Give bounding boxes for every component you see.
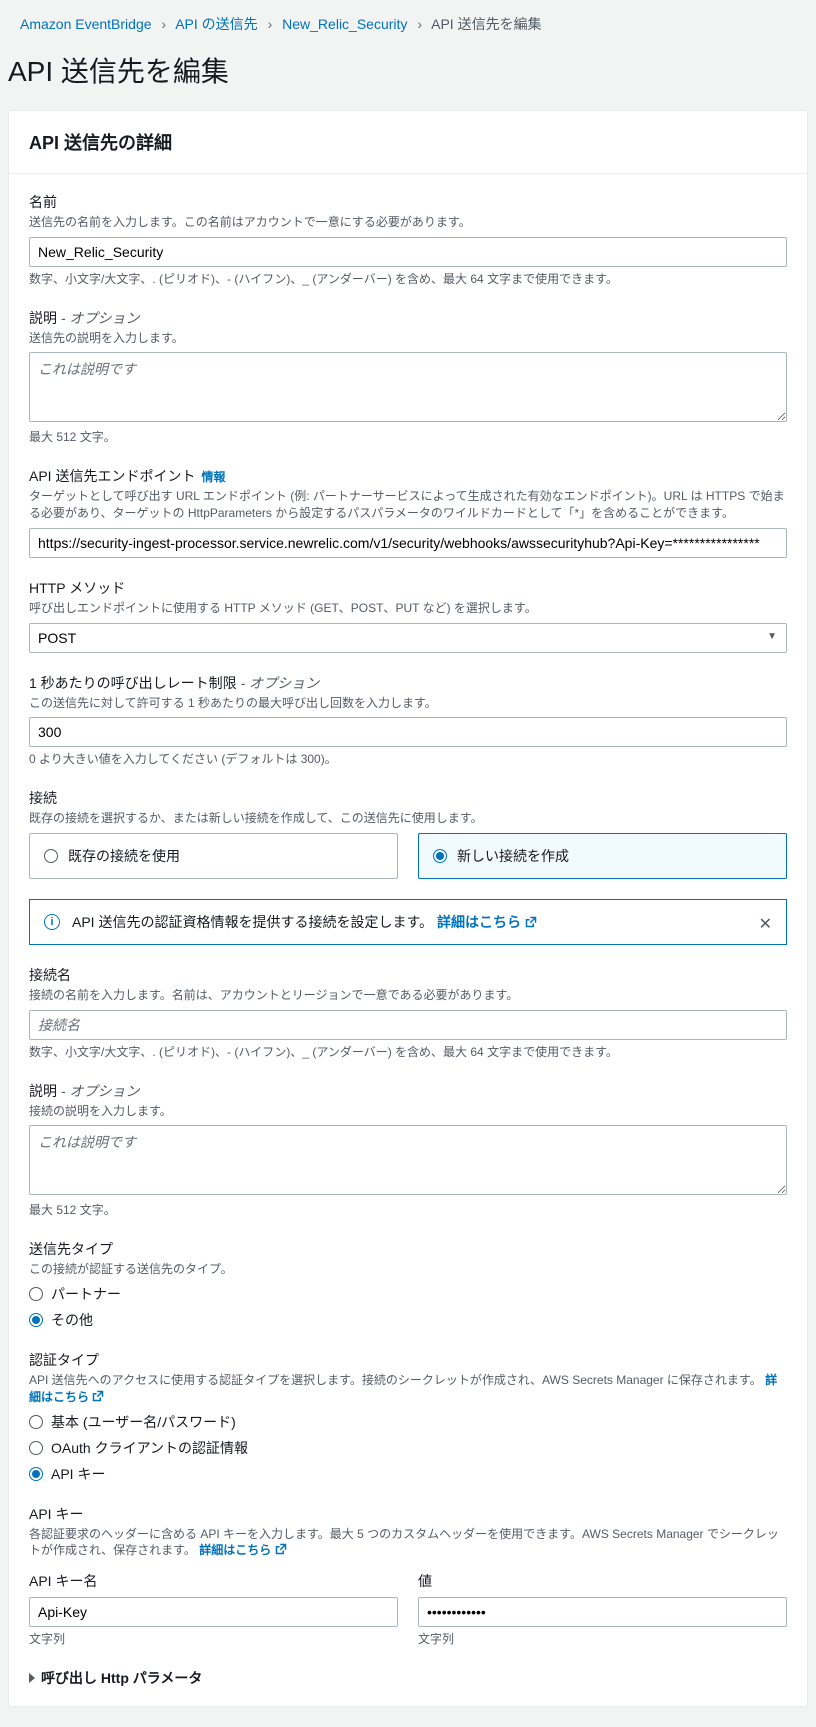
radio-icon xyxy=(29,1287,43,1301)
chevron-right-icon: › xyxy=(417,16,422,32)
breadcrumb-current: API 送信先を編集 xyxy=(431,16,541,32)
connection-label: 接続 xyxy=(29,788,787,808)
learn-more-link[interactable]: 詳細はこちら xyxy=(199,1543,286,1557)
name-desc: 送信先の名前を入力します。この名前はアカウントで一意にする必要があります。 xyxy=(29,214,787,231)
rate-limit-hint: 0 より大きい値を入力してください (デフォルトは 300)。 xyxy=(29,751,787,768)
radio-api-key[interactable]: API キー xyxy=(29,1464,787,1484)
radio-icon xyxy=(44,849,58,863)
api-key-name-field: API キー名 文字列 xyxy=(29,1571,398,1648)
expand-http-params[interactable]: 呼び出し Http パラメータ xyxy=(29,1668,787,1688)
api-key-value-hint: 文字列 xyxy=(418,1631,787,1648)
radio-label: その他 xyxy=(51,1310,93,1330)
api-key-name-label: API キー名 xyxy=(29,1571,398,1591)
breadcrumb-link[interactable]: API の送信先 xyxy=(175,16,257,32)
connection-description-hint: 最大 512 文字。 xyxy=(29,1202,787,1219)
chevron-right-icon: › xyxy=(268,16,273,32)
rate-limit-field: 1 秒あたりの呼び出しレート制限 - オプション この送信先に対して許可する 1… xyxy=(29,673,787,769)
connection-name-label: 接続名 xyxy=(29,965,787,985)
radio-icon xyxy=(29,1441,43,1455)
radio-icon xyxy=(433,849,447,863)
connection-field: 接続 既存の接続を選択するか、または新しい接続を作成して、この送信先に使用します… xyxy=(29,788,787,879)
description-field: 説明 - オプション 送信先の説明を入力します。 最大 512 文字。 xyxy=(29,308,787,447)
api-key-value-field: 値 文字列 xyxy=(418,1571,787,1648)
radio-label: OAuth クライアントの認証情報 xyxy=(51,1438,248,1458)
api-key-name-input[interactable] xyxy=(29,1597,398,1627)
radio-other[interactable]: その他 xyxy=(29,1310,787,1330)
info-link[interactable]: 情報 xyxy=(201,470,225,484)
rate-limit-desc: この送信先に対して許可する 1 秒あたりの最大呼び出し回数を入力します。 xyxy=(29,695,787,712)
learn-more-link[interactable]: 詳細はこちら xyxy=(437,914,537,930)
rate-limit-input[interactable] xyxy=(29,717,787,747)
destination-type-label: 送信先タイプ xyxy=(29,1239,787,1259)
description-textarea[interactable] xyxy=(29,352,787,422)
connection-desc: 既存の接続を選択するか、または新しい接続を作成して、この送信先に使用します。 xyxy=(29,810,787,827)
name-field: 名前 送信先の名前を入力します。この名前はアカウントで一意にする必要があります。… xyxy=(29,192,787,288)
description-label: 説明 - オプション xyxy=(29,308,787,328)
api-key-label: API キー xyxy=(29,1504,787,1524)
api-key-value-input[interactable] xyxy=(418,1597,787,1627)
connection-name-input[interactable] xyxy=(29,1010,787,1040)
name-input[interactable] xyxy=(29,237,787,267)
connection-description-desc: 接続の説明を入力します。 xyxy=(29,1103,787,1120)
radio-icon xyxy=(29,1415,43,1429)
destination-type-field: 送信先タイプ この接続が認証する送信先のタイプ。 パートナー その他 xyxy=(29,1239,787,1330)
destination-type-desc: この接続が認証する送信先のタイプ。 xyxy=(29,1261,787,1278)
info-alert: i API 送信先の認証資格情報を提供する接続を設定します。 詳細はこちら ✕ xyxy=(29,899,787,945)
description-desc: 送信先の説明を入力します。 xyxy=(29,330,787,347)
connection-name-field: 接続名 接続の名前を入力します。名前は、アカウントとリージョンで一意である必要が… xyxy=(29,965,787,1061)
radio-icon xyxy=(29,1467,43,1481)
description-hint: 最大 512 文字。 xyxy=(29,429,787,446)
connection-description-label: 説明 - オプション xyxy=(29,1081,787,1101)
endpoint-field: API 送信先エンドポイント情報 ターゲットとして呼び出す URL エンドポイン… xyxy=(29,466,787,558)
radio-label: 既存の接続を使用 xyxy=(68,846,180,866)
endpoint-label: API 送信先エンドポイント情報 xyxy=(29,466,787,486)
connection-description-textarea[interactable] xyxy=(29,1125,787,1195)
radio-new-connection[interactable]: 新しい接続を作成 xyxy=(418,833,787,879)
name-label: 名前 xyxy=(29,192,787,212)
connection-name-desc: 接続の名前を入力します。名前は、アカウントとリージョンで一意である必要があります… xyxy=(29,987,787,1004)
panel-title: API 送信先の詳細 xyxy=(29,129,787,155)
auth-type-field: 認証タイプ API 送信先へのアクセスに使用する認証タイプを選択します。接続のシ… xyxy=(29,1350,787,1484)
connection-name-hint: 数字、小文字/大文字、. (ピリオド)、- (ハイフン)、_ (アンダーバー) … xyxy=(29,1044,787,1061)
radio-label: 新しい接続を作成 xyxy=(457,846,569,866)
auth-type-desc: API 送信先へのアクセスに使用する認証タイプを選択します。接続のシークレットが… xyxy=(29,1372,787,1406)
endpoint-desc: ターゲットとして呼び出す URL エンドポイント (例: パートナーサービスによ… xyxy=(29,488,787,522)
info-icon: i xyxy=(44,914,60,930)
http-method-desc: 呼び出しエンドポイントに使用する HTTP メソッド (GET、POST、PUT… xyxy=(29,600,787,617)
details-panel: API 送信先の詳細 名前 送信先の名前を入力します。この名前はアカウントで一意… xyxy=(8,110,808,1707)
expand-label: 呼び出し Http パラメータ xyxy=(41,1668,202,1688)
radio-label: 基本 (ユーザー名/パスワード) xyxy=(51,1412,236,1432)
breadcrumb: Amazon EventBridge › API の送信先 › New_Reli… xyxy=(0,0,816,42)
rate-limit-label: 1 秒あたりの呼び出しレート制限 - オプション xyxy=(29,673,787,693)
endpoint-input[interactable] xyxy=(29,528,787,558)
http-method-select[interactable]: POST xyxy=(29,623,787,653)
connection-description-field: 説明 - オプション 接続の説明を入力します。 最大 512 文字。 xyxy=(29,1081,787,1220)
page-title: API 送信先を編集 xyxy=(0,42,816,110)
radio-partner[interactable]: パートナー xyxy=(29,1284,787,1304)
radio-icon xyxy=(29,1313,43,1327)
api-key-desc: 各認証要求のヘッダーに含める API キーを入力します。最大 5 つのカスタムヘ… xyxy=(29,1526,787,1560)
http-method-label: HTTP メソッド xyxy=(29,578,787,598)
http-method-field: HTTP メソッド 呼び出しエンドポイントに使用する HTTP メソッド (GE… xyxy=(29,578,787,653)
api-key-value-label: 値 xyxy=(418,1571,787,1591)
triangle-right-icon xyxy=(29,1673,35,1683)
name-hint: 数字、小文字/大文字、. (ピリオド)、- (ハイフン)、_ (アンダーバー) … xyxy=(29,271,787,288)
close-icon[interactable]: ✕ xyxy=(759,914,772,934)
api-key-section: API キー 各認証要求のヘッダーに含める API キーを入力します。最大 5 … xyxy=(29,1504,787,1648)
auth-type-label: 認証タイプ xyxy=(29,1350,787,1370)
radio-label: パートナー xyxy=(51,1284,121,1304)
api-key-name-hint: 文字列 xyxy=(29,1631,398,1648)
radio-basic-auth[interactable]: 基本 (ユーザー名/パスワード) xyxy=(29,1412,787,1432)
alert-text: API 送信先の認証資格情報を提供する接続を設定します。 詳細はこちら xyxy=(72,912,537,932)
breadcrumb-link[interactable]: Amazon EventBridge xyxy=(20,16,152,32)
radio-label: API キー xyxy=(51,1464,105,1484)
radio-oauth[interactable]: OAuth クライアントの認証情報 xyxy=(29,1438,787,1458)
radio-existing-connection[interactable]: 既存の接続を使用 xyxy=(29,833,398,879)
breadcrumb-link[interactable]: New_Relic_Security xyxy=(282,16,407,32)
chevron-right-icon: › xyxy=(161,16,166,32)
